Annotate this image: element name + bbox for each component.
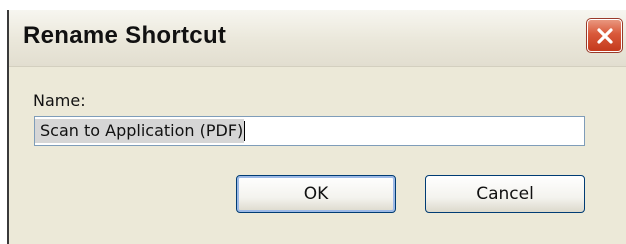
ok-button[interactable]: OK bbox=[236, 175, 396, 213]
dialog-title: Rename Shortcut bbox=[23, 22, 227, 49]
close-x-icon bbox=[595, 26, 615, 46]
title-bar[interactable]: Rename Shortcut bbox=[9, 10, 626, 67]
name-input-value: Scan to Application (PDF) bbox=[35, 119, 245, 143]
name-input[interactable]: Scan to Application (PDF) bbox=[34, 116, 585, 146]
cancel-button[interactable]: Cancel bbox=[425, 175, 585, 213]
name-label: Name: bbox=[33, 91, 86, 110]
text-caret bbox=[244, 121, 246, 141]
rename-shortcut-dialog: Rename Shortcut Name: Scan to Applicatio… bbox=[7, 10, 626, 244]
close-button[interactable] bbox=[586, 18, 623, 53]
